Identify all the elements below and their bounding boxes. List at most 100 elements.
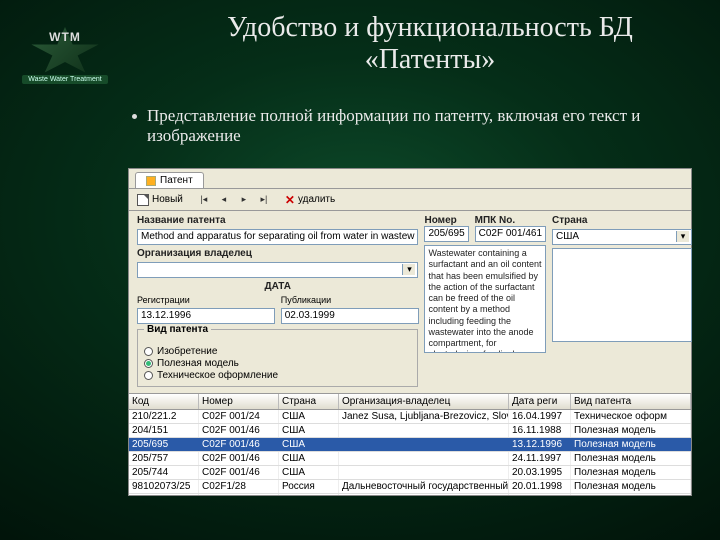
org-combo[interactable] (137, 262, 418, 278)
table-cell-code: 204/151 (129, 424, 199, 437)
grid-header-kind[interactable]: Вид патента (571, 394, 691, 409)
table-cell-org (339, 452, 509, 465)
label-number: Номер (424, 215, 456, 226)
app-window: Патент Новый |◂ ◂ ▸ ▸| ✕ удалить Названи… (128, 168, 692, 496)
table-row[interactable]: 210/221.2C02F 001/24СШАJanez Susa, Ljubl… (129, 410, 691, 424)
nav-last-icon[interactable]: ▸| (257, 194, 271, 206)
country-combo[interactable]: США (552, 229, 692, 245)
form-area: Название патента Method and apparatus fo… (129, 211, 691, 393)
pub-date-field[interactable]: 02.03.1999 (281, 308, 419, 324)
mpk-field[interactable]: C02F 001/461 (475, 226, 546, 242)
table-cell-country: Россия (279, 480, 339, 493)
patent-name-field[interactable]: Method and apparatus for separating oil … (137, 229, 418, 245)
abstract-textarea[interactable]: Wastewater containing a surfactant and a… (424, 245, 546, 353)
grid-header-row: Код Номер Страна Организация-владелец Да… (129, 394, 691, 410)
table-cell-country: США (279, 438, 339, 451)
nav-next-icon[interactable]: ▸ (237, 194, 251, 206)
table-row[interactable]: 204/151C02F 001/46США16.11.1988Полезная … (129, 424, 691, 438)
table-cell-number: C02F 001/46 (199, 424, 279, 437)
table-cell-kind: Полезная модель (571, 452, 691, 465)
number-field[interactable]: 205/695 (424, 226, 468, 242)
table-cell-number: C02F1/28 (199, 480, 279, 493)
record-nav: |◂ ◂ ▸ ▸| (197, 194, 271, 206)
table-cell-country: США (279, 410, 339, 423)
radio-design[interactable]: Техническое оформление (144, 370, 411, 381)
radio-design-label: Техническое оформление (157, 370, 278, 381)
table-cell-kind: Полезная модель (571, 466, 691, 479)
tab-patent[interactable]: Патент (135, 172, 204, 188)
table-cell-code: 93025598/26 (129, 494, 199, 495)
patent-image-box[interactable] (552, 248, 692, 342)
table-cell-kind: Полезная модель (571, 438, 691, 451)
grid-header-reg[interactable]: Дата реги (509, 394, 571, 409)
table-cell-number: C02F 001/46 (199, 466, 279, 479)
table-cell-kind: Полезная модель (571, 494, 691, 495)
radio-invention-label: Изобретение (157, 346, 217, 357)
grid-header-country[interactable]: Страна (279, 394, 339, 409)
label-date: ДАТА (137, 281, 418, 292)
slide-bullet: Представление полной информации по патен… (132, 106, 680, 146)
table-cell-country: США (279, 424, 339, 437)
table-cell-org (339, 466, 509, 479)
patents-grid: Код Номер Страна Организация-владелец Да… (129, 393, 691, 495)
table-cell-reg: 20.03.1995 (509, 466, 571, 479)
bullet-dot-icon (132, 114, 137, 119)
table-cell-code: 210/221.2 (129, 410, 199, 423)
bullet-text: Представление полной информации по патен… (147, 106, 680, 146)
table-cell-org (339, 438, 509, 451)
new-icon (137, 194, 149, 206)
table-cell-org: РХТУ им.Д.И.Менделеева (339, 494, 509, 495)
table-cell-kind: Полезная модель (571, 424, 691, 437)
label-pub-date: Публикации (281, 295, 419, 305)
table-cell-reg: 20.01.1998 (509, 480, 571, 493)
table-cell-reg: 16.04.1997 (509, 410, 571, 423)
logo: WTM Waste Water Treatment (20, 16, 110, 88)
table-cell-country: США (279, 466, 339, 479)
table-row[interactable]: 205/744C02F 001/46США20.03.1995Полезная … (129, 466, 691, 480)
table-cell-code: 205/695 (129, 438, 199, 451)
table-cell-number: C02F 001/46 (199, 438, 279, 451)
tab-bar: Патент (129, 169, 691, 189)
table-cell-org (339, 424, 509, 437)
table-row[interactable]: 98102073/25C02F1/28РоссияДальневосточный… (129, 480, 691, 494)
radio-invention[interactable]: Изобретение (144, 346, 411, 357)
toolbar: Новый |◂ ◂ ▸ ▸| ✕ удалить (129, 189, 691, 211)
table-row[interactable]: 205/695C02F 001/46США 13.12.1996Полезная … (129, 438, 691, 452)
radio-utility-label: Полезная модель (157, 358, 239, 369)
grid-header-org[interactable]: Организация-владелец (339, 394, 509, 409)
table-cell-reg: 13.12.1996 (509, 438, 571, 451)
delete-button-label: удалить (298, 194, 335, 205)
label-country: Страна (552, 215, 692, 226)
table-cell-country: Россия (279, 494, 339, 495)
tab-patent-label: Патент (160, 175, 193, 186)
nav-prev-icon[interactable]: ◂ (217, 194, 231, 206)
table-cell-kind: Техническое оформ (571, 410, 691, 423)
new-button-label: Новый (152, 194, 183, 205)
label-reg-date: Регистрации (137, 295, 275, 305)
table-cell-code: 205/757 (129, 452, 199, 465)
delete-button[interactable]: ✕ удалить (285, 194, 335, 206)
label-kind: Вид патента (144, 324, 211, 335)
grid-header-number[interactable]: Номер (199, 394, 279, 409)
tab-patent-icon (146, 176, 156, 186)
table-cell-code: 98102073/25 (129, 480, 199, 493)
nav-first-icon[interactable]: |◂ (197, 194, 211, 206)
table-row[interactable]: 93025598/26C02F1/46РоссияРХТУ им.Д.И.Мен… (129, 494, 691, 495)
table-cell-reg: 28.04.1993 (509, 494, 571, 495)
radio-utility[interactable]: Полезная модель (144, 358, 411, 369)
grid-header-code[interactable]: Код (129, 394, 199, 409)
kind-group: Вид патента Изобретение Полезная модель … (137, 329, 418, 387)
logo-ribbon: Waste Water Treatment (22, 75, 107, 84)
label-mpk: МПК No. (475, 215, 516, 226)
new-button[interactable]: Новый (137, 194, 183, 206)
table-cell-number: C02F 001/24 (199, 410, 279, 423)
reg-date-field[interactable]: 13.12.1996 (137, 308, 275, 324)
slide-title: Удобство и функциональность БД «Патенты» (160, 12, 700, 76)
label-org: Организация владелец (137, 248, 418, 259)
table-cell-org: Janez Susa, Ljubljana-Brezovicz, Sloveni… (339, 410, 509, 423)
table-cell-reg: 24.11.1997 (509, 452, 571, 465)
table-cell-number: C02F 001/46 (199, 452, 279, 465)
logo-text: WTM (49, 30, 81, 44)
table-row[interactable]: 205/757C02F 001/46США 24.11.1997Полезная … (129, 452, 691, 466)
table-cell-country: США (279, 452, 339, 465)
